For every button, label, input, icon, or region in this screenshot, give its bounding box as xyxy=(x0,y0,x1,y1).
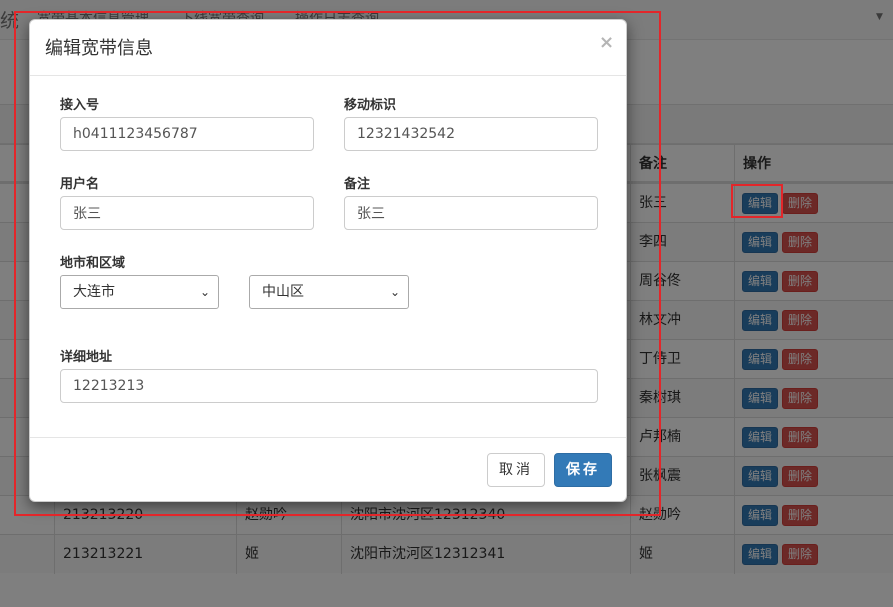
annotation-edit-highlight xyxy=(731,184,783,218)
annotation-dialog-highlight xyxy=(14,11,661,516)
page: 统 宽带基本信息管理 下线宽带查询 操作日志查询 ▼ 备注 操作 张三编辑删除李… xyxy=(0,0,893,607)
